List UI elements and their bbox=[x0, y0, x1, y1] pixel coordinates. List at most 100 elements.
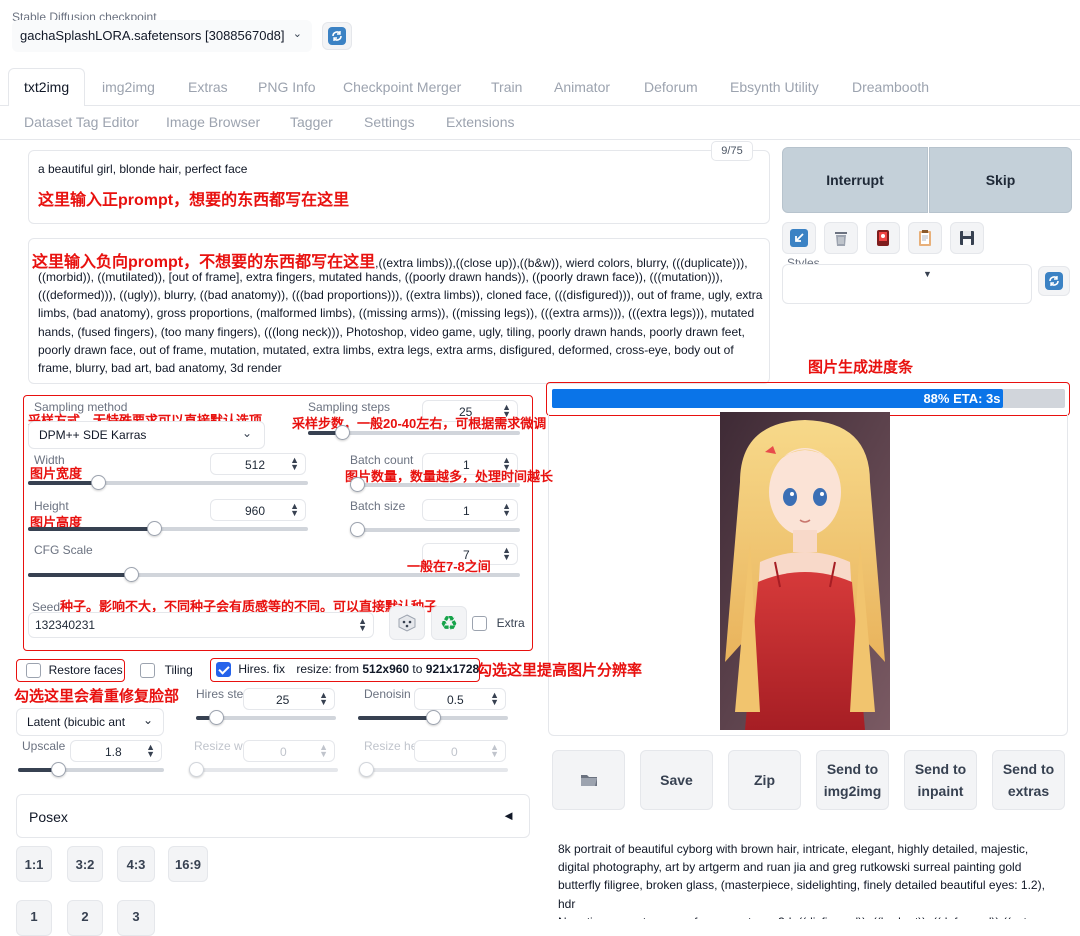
ratio-button-4-3[interactable]: 4:3 bbox=[117, 846, 155, 882]
skip-button[interactable]: Skip bbox=[929, 147, 1072, 213]
checkpoint-select[interactable]: gachaSplashLORA.safetensors [30885670d8]… bbox=[12, 20, 312, 52]
tab-image-browser[interactable]: Image Browser bbox=[166, 114, 260, 130]
ratio-button-1-1[interactable]: 1:1 bbox=[16, 846, 52, 882]
generated-image[interactable] bbox=[720, 412, 890, 730]
resize-width-input[interactable]: 0 ▲ ▼ bbox=[243, 740, 335, 762]
clipboard-icon[interactable] bbox=[908, 222, 942, 254]
style-apply-icon[interactable] bbox=[866, 222, 900, 254]
refresh-icon[interactable] bbox=[322, 22, 352, 50]
batch-size-input[interactable]: 1 ▲ ▼ bbox=[422, 499, 518, 521]
posex-label: Posex bbox=[29, 809, 68, 825]
tab-tagger[interactable]: Tagger bbox=[290, 114, 333, 130]
send-to-img2img-button[interactable]: Send to img2img bbox=[816, 750, 889, 810]
restore-faces-label: Restore faces bbox=[48, 663, 123, 677]
height-label: Height bbox=[34, 499, 69, 513]
dice-icon[interactable] bbox=[389, 606, 425, 640]
sampling-steps-label: Sampling steps bbox=[308, 400, 391, 414]
stepper-icon[interactable]: ▲ ▼ bbox=[502, 546, 511, 562]
number-button-3[interactable]: 3 bbox=[117, 900, 155, 936]
upscale-input[interactable]: 1.8 ▲ ▼ bbox=[70, 740, 162, 762]
hires-steps-input[interactable]: 25 ▲ ▼ bbox=[243, 688, 335, 710]
stepper-icon[interactable]: ▲ ▼ bbox=[290, 456, 299, 472]
tab-png-info[interactable]: PNG Info bbox=[258, 79, 316, 95]
tab-checkpoint-merger[interactable]: Checkpoint Merger bbox=[343, 79, 461, 95]
stepper-icon[interactable]: ▲ ▼ bbox=[358, 617, 367, 633]
zip-button[interactable]: Zip bbox=[728, 750, 801, 810]
upscaler-select[interactable]: Latent (bicubic ant ⌄ bbox=[16, 708, 164, 736]
ratio-button-16-9[interactable]: 16:9 bbox=[168, 846, 208, 882]
tab-train[interactable]: Train bbox=[491, 79, 522, 95]
tab-ebsynth-utility[interactable]: Ebsynth Utility bbox=[730, 79, 819, 95]
posex-accordion[interactable]: Posex ◄ bbox=[16, 794, 530, 838]
stepper-icon[interactable]: ▲ ▼ bbox=[319, 743, 328, 759]
stepper-icon[interactable]: ▲ ▼ bbox=[319, 691, 328, 707]
prompt-input[interactable]: a beautiful girl, blonde hair, perfect f… bbox=[28, 150, 770, 224]
interrupt-button[interactable]: Interrupt bbox=[782, 147, 928, 213]
tab-extras[interactable]: Extras bbox=[188, 79, 228, 95]
resize-height-slider[interactable] bbox=[359, 762, 508, 777]
tabs-divider bbox=[0, 139, 1080, 140]
height-slider[interactable] bbox=[28, 521, 308, 536]
tab-txt2img[interactable]: txt2img bbox=[24, 79, 69, 95]
width-slider[interactable] bbox=[28, 475, 308, 490]
sampling-steps-slider[interactable] bbox=[308, 425, 520, 440]
resize-height-input[interactable]: 0 ▲ ▼ bbox=[414, 740, 506, 762]
recycle-icon[interactable]: ♻ bbox=[431, 606, 467, 640]
number-button-1[interactable]: 1 bbox=[16, 900, 52, 936]
width-value: 512 bbox=[245, 458, 266, 472]
tab-dreambooth[interactable]: Dreambooth bbox=[852, 79, 929, 95]
chevron-down-icon: ⌄ bbox=[241, 426, 252, 440]
sampling-method-select[interactable]: DPM++ SDE Karras ⌄ bbox=[28, 421, 265, 449]
trash-icon[interactable] bbox=[824, 222, 858, 254]
hires-from: 512x960 bbox=[362, 662, 410, 676]
restore-faces-checkbox[interactable] bbox=[26, 663, 41, 679]
styles-refresh-icon[interactable] bbox=[1038, 266, 1070, 296]
batch-count-slider[interactable] bbox=[350, 477, 520, 492]
restore-faces-option[interactable]: Restore faces bbox=[26, 662, 123, 679]
save-icon[interactable] bbox=[950, 222, 984, 254]
tab-deforum[interactable]: Deforum bbox=[644, 79, 698, 95]
folder-icon[interactable] bbox=[552, 750, 625, 810]
stepper-icon[interactable]: ▲ ▼ bbox=[502, 502, 511, 518]
resize-width-slider[interactable] bbox=[189, 762, 338, 777]
generation-info-prompt: 8k portrait of beautiful cyborg with bro… bbox=[558, 842, 1045, 911]
tab-animator[interactable]: Animator bbox=[554, 79, 610, 95]
hires-checkbox[interactable] bbox=[216, 662, 231, 678]
denoise-input[interactable]: 0.5 ▲ ▼ bbox=[414, 688, 506, 710]
height-input[interactable]: 960 ▲ ▼ bbox=[210, 499, 306, 521]
tab-divider-left bbox=[0, 105, 8, 106]
stepper-icon[interactable]: ▲ ▼ bbox=[290, 502, 299, 518]
width-input[interactable]: 512 ▲ ▼ bbox=[210, 453, 306, 475]
batch-size-slider[interactable] bbox=[350, 522, 520, 537]
tiling-option[interactable]: Tiling bbox=[140, 662, 193, 679]
ratio-button-3-2[interactable]: 3:2 bbox=[67, 846, 103, 882]
arrow-back-icon[interactable] bbox=[782, 222, 816, 254]
styles-select[interactable]: ▼ bbox=[782, 264, 1032, 304]
send-to-extras-button[interactable]: Send to extras bbox=[992, 750, 1065, 810]
tab-settings[interactable]: Settings bbox=[364, 114, 415, 130]
stepper-icon[interactable]: ▲ ▼ bbox=[490, 691, 499, 707]
extra-option[interactable]: Extra bbox=[472, 615, 525, 632]
stepper-icon[interactable]: ▲ ▼ bbox=[146, 743, 155, 759]
seed-input[interactable]: 132340231 ▲ ▼ bbox=[28, 612, 374, 638]
tiling-checkbox[interactable] bbox=[140, 663, 155, 679]
number-button-2[interactable]: 2 bbox=[67, 900, 103, 936]
tab-dataset-tag-editor[interactable]: Dataset Tag Editor bbox=[24, 114, 139, 130]
tab-extensions[interactable]: Extensions bbox=[446, 114, 514, 130]
negative-prompt-input[interactable]: 这里输入负向prompt，不想要的东西都写在这里,((extra limbs))… bbox=[28, 238, 770, 384]
hires-note: 勾选这里提高图片分辨率 bbox=[477, 662, 643, 679]
tiling-label: Tiling bbox=[164, 663, 193, 677]
tab-img2img[interactable]: img2img bbox=[102, 79, 155, 95]
hires-steps-slider[interactable] bbox=[196, 710, 336, 725]
checkpoint-value: gachaSplashLORA.safetensors [30885670d8] bbox=[20, 28, 285, 43]
upscale-slider[interactable] bbox=[18, 762, 164, 777]
save-button[interactable]: Save bbox=[640, 750, 713, 810]
extra-checkbox[interactable] bbox=[472, 616, 487, 632]
hires-to-word: to bbox=[409, 662, 426, 676]
send-to-inpaint-button[interactable]: Send to inpaint bbox=[904, 750, 977, 810]
cfg-slider[interactable] bbox=[28, 567, 520, 582]
hires-option[interactable]: Hires. fix resize: from 512x960 to 921x1… bbox=[216, 662, 479, 678]
denoise-slider[interactable] bbox=[358, 710, 508, 725]
stepper-icon[interactable]: ▲ ▼ bbox=[490, 743, 499, 759]
dropdown-arrow-icon: ▼ bbox=[923, 269, 932, 279]
